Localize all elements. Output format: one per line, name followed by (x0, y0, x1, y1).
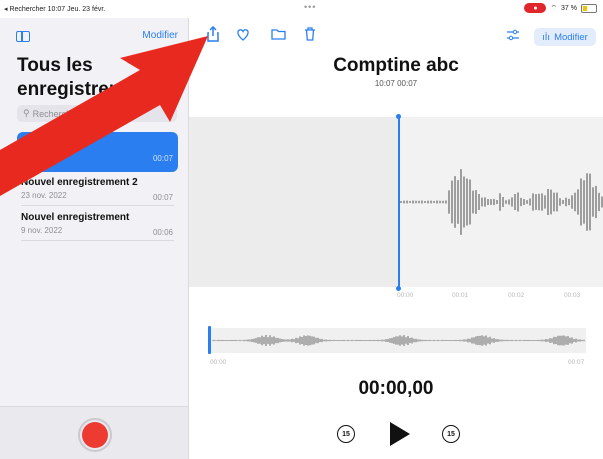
timeline-tick: 00:02 (508, 292, 525, 299)
sidebar-edit-button[interactable]: Modifier (142, 30, 178, 41)
playhead-handle-bottom[interactable] (396, 286, 401, 291)
recording-item[interactable]: Comptine abc 10:07 00:07 (17, 132, 178, 172)
edit-recording-label: Modifier (554, 31, 588, 43)
overview-start-time: 00:00 (210, 359, 227, 366)
waveform (400, 169, 603, 235)
overview-waveform (212, 334, 585, 347)
play-icon[interactable] (390, 422, 410, 446)
playhead-handle-top[interactable] (396, 114, 401, 119)
recording-duration: 00:06 (152, 228, 173, 237)
recording-title: Comptine abc (333, 55, 459, 76)
timeline-tick: 00:03 (564, 292, 581, 299)
sidebar-icon[interactable] (16, 31, 30, 42)
recording-date: 23 nov. 2022 (21, 191, 67, 200)
heart-icon[interactable] (236, 28, 250, 44)
skip-back-icon[interactable]: 15 (337, 425, 355, 443)
status-date: Jeu. 23 févr. (67, 6, 106, 13)
recording-name: Nouvel enregistrement 2 (21, 177, 138, 188)
playhead[interactable] (398, 117, 400, 288)
recording-name: Comptine abc (21, 138, 88, 149)
divider (21, 240, 174, 241)
skip-forward-icon[interactable]: 15 (442, 425, 460, 443)
recording-length: 00:07 (397, 79, 418, 88)
page-title: Tous les enregistrements (17, 55, 165, 100)
recording-date: 10:07 (21, 152, 42, 161)
playback-timer: 00:00,00 (358, 378, 434, 399)
record-button[interactable] (78, 418, 112, 452)
wifi-icon: ⌔ (550, 4, 558, 12)
search-input[interactable]: ⚲ Rechercher (17, 105, 177, 122)
record-bar (0, 406, 188, 459)
status-bar: ◂ Rechercher 10:07 Jeu. 23 févr. ••• ● ⌔… (0, 0, 603, 18)
battery-icon (581, 3, 597, 13)
battery-level: 37 % (561, 4, 577, 12)
search-icon: ⚲ (23, 108, 30, 118)
trash-icon[interactable] (304, 27, 316, 44)
multitask-dots[interactable]: ••• (304, 2, 316, 12)
recording-date: 9 nov. 2022 (21, 226, 63, 235)
status-time: 10:07 (47, 6, 66, 13)
skip-back-amount: 15 (342, 430, 350, 438)
waveform-icon: ıİı (542, 31, 551, 43)
search-placeholder: Rechercher (32, 108, 80, 119)
sidebar: Modifier Tous les enregistrements ⚲ Rech… (0, 18, 189, 459)
recording-duration: 00:07 (152, 193, 173, 202)
edit-recording-button[interactable]: ıİı Modifier (534, 28, 596, 46)
timeline-tick: 00:01 (452, 292, 469, 299)
recording-subtitle: 10:07 00:07 (189, 79, 603, 88)
waveform-past-region (189, 117, 399, 287)
recording-name: Nouvel enregistrement (21, 212, 130, 223)
recording-duration: 00:07 (152, 154, 173, 163)
skip-forward-amount: 15 (447, 430, 455, 438)
overview-cursor[interactable] (208, 326, 211, 354)
record-icon (82, 422, 108, 448)
back-link[interactable]: ◂ Rechercher (4, 6, 46, 13)
recording-indicator: ● (524, 3, 547, 13)
recording-time: 10:07 (374, 79, 395, 88)
timeline-tick: 00:00 (397, 292, 414, 299)
share-icon[interactable] (206, 25, 220, 45)
folder-icon[interactable] (271, 28, 286, 43)
sliders-icon[interactable] (506, 29, 520, 44)
overview-end-time: 00:07 (568, 359, 585, 366)
